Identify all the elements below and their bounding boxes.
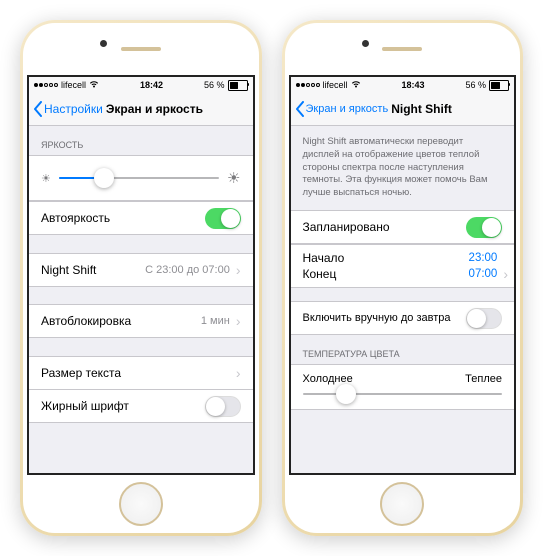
color-temp-slider[interactable]	[303, 393, 503, 395]
chevron-right-icon: ›	[503, 266, 508, 282]
manual-enable-toggle[interactable]	[466, 308, 502, 329]
from-value: 23:00	[469, 252, 498, 264]
scheduled-toggle[interactable]	[466, 217, 502, 238]
chevron-right-icon: ›	[236, 262, 241, 278]
bold-text-toggle[interactable]	[205, 396, 241, 417]
status-bar: lifecell 18:43 56 %	[291, 77, 515, 93]
signal-icon	[34, 83, 58, 87]
clock: 18:42	[140, 80, 163, 90]
to-label: Конец	[303, 267, 337, 281]
scheduled-row: Запланировано	[291, 210, 515, 244]
phone-top	[23, 23, 259, 75]
carrier-label: lifecell	[323, 80, 348, 90]
bold-text-row: Жирный шрифт	[29, 389, 253, 423]
text-size-label: Размер текста	[41, 366, 234, 380]
iphone-device-right: lifecell 18:43 56 % Экран и яркость Nigh…	[282, 20, 524, 536]
nav-bar: Экран и яркость Night Shift	[291, 93, 515, 126]
from-label: Начало	[303, 251, 345, 265]
night-shift-label: Night Shift	[41, 263, 145, 277]
night-shift-description: Night Shift автоматически переводит дисп…	[291, 126, 515, 210]
chevron-right-icon: ›	[236, 313, 241, 329]
nav-bar: Настройки Экран и яркость	[29, 93, 253, 126]
night-shift-detail: С 23:00 до 07:00	[145, 264, 230, 276]
schedule-times-row[interactable]: Начало 23:00 › Конец 07:00 ›	[291, 244, 515, 288]
color-temp-row: Холоднее Теплее	[291, 364, 515, 410]
home-button[interactable]	[119, 482, 163, 526]
bold-text-label: Жирный шрифт	[41, 399, 205, 413]
chevron-left-icon	[33, 101, 43, 117]
to-value: 07:00	[469, 268, 498, 280]
color-temp-header: ТЕМПЕРАТУРА ЦВЕТА	[291, 335, 515, 364]
status-bar: lifecell 18:42 56 %	[29, 77, 253, 93]
back-label: Экран и яркость	[306, 103, 389, 115]
night-shift-row[interactable]: Night Shift С 23:00 до 07:00 ›	[29, 253, 253, 287]
wifi-icon	[351, 80, 361, 90]
sun-high-icon: ☀	[227, 169, 240, 187]
battery-icon	[228, 80, 248, 91]
speaker	[121, 47, 161, 51]
scheduled-label: Запланировано	[303, 220, 467, 234]
chevron-right-icon: ›	[236, 365, 241, 381]
manual-enable-label: Включить вручную до завтра	[303, 312, 467, 324]
back-button[interactable]: Настройки	[33, 101, 103, 117]
auto-brightness-label: Автояркость	[41, 211, 205, 225]
speaker	[382, 47, 422, 51]
auto-brightness-toggle[interactable]	[205, 208, 241, 229]
auto-lock-detail: 1 мин	[201, 315, 230, 327]
front-camera	[362, 40, 369, 47]
warmer-label: Теплее	[465, 373, 502, 385]
text-size-row[interactable]: Размер текста ›	[29, 356, 253, 390]
wifi-icon	[89, 80, 99, 90]
manual-enable-row: Включить вручную до завтра	[291, 301, 515, 335]
back-label: Настройки	[44, 102, 103, 116]
home-button[interactable]	[380, 482, 424, 526]
back-button[interactable]: Экран и яркость	[295, 101, 389, 117]
chevron-left-icon	[295, 101, 305, 117]
signal-icon	[296, 83, 320, 87]
page-title: Night Shift	[391, 102, 452, 116]
brightness-slider[interactable]	[59, 177, 219, 179]
clock: 18:43	[401, 80, 424, 90]
brightness-slider-row: ☀ ☀	[29, 155, 253, 201]
auto-lock-label: Автоблокировка	[41, 314, 201, 328]
sun-low-icon: ☀	[41, 172, 51, 185]
battery-pct: 56 %	[465, 80, 486, 90]
phone-top	[285, 23, 521, 75]
brightness-header: ЯРКОСТЬ	[29, 126, 253, 155]
front-camera	[100, 40, 107, 47]
carrier-label: lifecell	[61, 80, 86, 90]
battery-pct: 56 %	[204, 80, 225, 90]
auto-brightness-row: Автояркость	[29, 201, 253, 235]
page-title: Экран и яркость	[106, 102, 203, 116]
auto-lock-row[interactable]: Автоблокировка 1 мин ›	[29, 304, 253, 338]
battery-icon	[489, 80, 509, 91]
iphone-device-left: lifecell 18:42 56 % Настройки Экран и яр…	[20, 20, 262, 536]
